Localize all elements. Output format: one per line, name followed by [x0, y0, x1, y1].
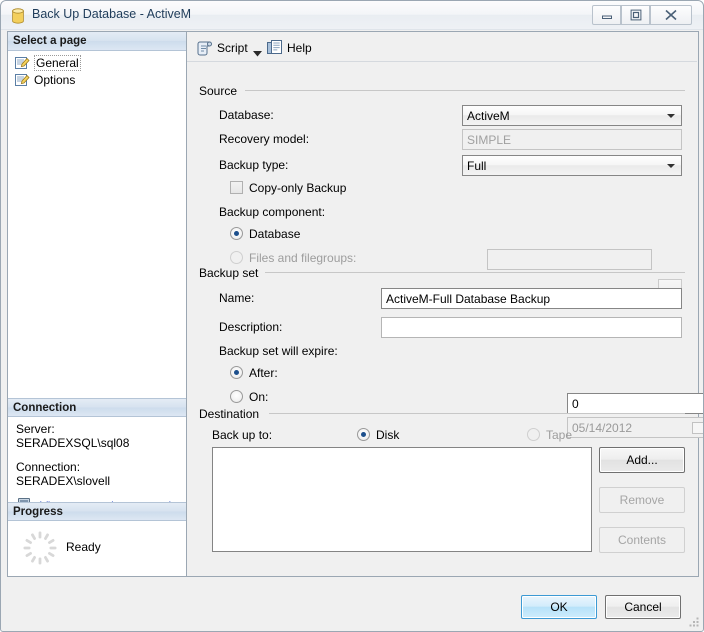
contents-button: Contents [599, 527, 685, 553]
destination-tape-radio [527, 428, 540, 441]
source-group-divider [245, 90, 685, 91]
backup-set-group-label: Backup set [199, 266, 264, 280]
page-script-icon [15, 56, 30, 69]
expire-after-radio[interactable] [230, 366, 243, 379]
select-page-header: Select a page [8, 32, 186, 51]
destination-disk-radio[interactable] [357, 428, 370, 441]
expire-on-label: On: [249, 390, 269, 404]
spinner-icon [23, 531, 57, 565]
expire-after-days-spinner[interactable]: 0 [567, 393, 703, 414]
expire-on-date-field: 05/14/2012 [567, 417, 703, 438]
backup-set-group-divider [265, 272, 685, 273]
script-dropdown-button[interactable] [253, 44, 262, 63]
database-cylinder-icon [12, 8, 24, 24]
progress-status-text: Ready [66, 540, 101, 554]
backup-component-label: Backup component: [219, 205, 326, 219]
backup-set-expire-label: Backup set will expire: [219, 344, 338, 358]
remove-destination-button: Remove [599, 487, 685, 513]
help-label: Help [287, 40, 312, 55]
minimize-icon [601, 15, 612, 19]
connection-value: SERADEX\slovell [16, 474, 111, 488]
server-label: Server: [16, 422, 55, 436]
server-value: SERADEXSQL\sql08 [16, 436, 130, 450]
script-scroll-icon [197, 41, 212, 55]
component-files-label: Files and filegroups: [249, 251, 357, 265]
chevron-down-icon [667, 164, 675, 168]
chevron-down-icon [253, 50, 262, 56]
script-label: Script [217, 40, 248, 55]
sidebar-item-label: Options [34, 72, 76, 87]
destination-list[interactable] [212, 447, 592, 552]
copy-only-backup-label: Copy-only Backup [249, 181, 347, 195]
backup-type-value: Full [467, 159, 487, 173]
chevron-down-icon [667, 114, 675, 118]
window-title: Back Up Database - ActiveM [32, 7, 192, 21]
expire-after-label: After: [249, 366, 278, 380]
component-database-label: Database [249, 227, 301, 241]
database-value: ActiveM [467, 109, 510, 123]
title-bar: Back Up Database - ActiveM [1, 1, 703, 30]
recovery-model-label: Recovery model: [219, 132, 310, 146]
calendar-icon [692, 422, 703, 434]
sidebar-item-label: General [34, 54, 81, 71]
recovery-model-value: SIMPLE [467, 133, 512, 147]
progress-header: Progress [8, 502, 186, 521]
destination-group-label: Destination [199, 407, 265, 421]
destination-tape-label: Tape [546, 428, 573, 442]
sidebar-item-options[interactable]: Options [14, 71, 78, 88]
minimize-button[interactable] [592, 5, 621, 25]
destination-group-divider [269, 413, 685, 414]
backup-type-combobox[interactable]: Full [462, 155, 682, 176]
left-navigation-panel: Select a page General Options Connection… [7, 31, 187, 577]
restore-button[interactable] [621, 5, 650, 25]
toolbar: Script Help [187, 32, 697, 62]
backup-type-label: Backup type: [219, 158, 289, 172]
add-destination-button[interactable]: Add... [599, 447, 685, 473]
close-icon [665, 9, 677, 21]
connection-header: Connection [8, 398, 186, 417]
resize-grip[interactable] [688, 616, 700, 628]
ok-button[interactable]: OK [521, 595, 597, 619]
destination-disk-label: Disk [376, 428, 400, 442]
script-button[interactable]: Script [197, 38, 248, 57]
expire-on-date-value: 05/14/2012 [572, 421, 633, 435]
backup-set-description-label: Description: [219, 320, 283, 334]
backup-set-name-label: Name: [219, 291, 255, 305]
files-filegroups-field [487, 249, 652, 270]
expire-after-days-value: 0 [572, 397, 579, 411]
close-button[interactable] [650, 5, 692, 25]
backup-set-name-input[interactable]: ActiveM-Full Database Backup [381, 288, 682, 309]
back-up-to-label: Back up to: [212, 428, 273, 442]
database-combobox[interactable]: ActiveM [462, 105, 682, 126]
help-button[interactable]: Help [267, 38, 312, 57]
component-files-radio [230, 251, 243, 264]
component-database-radio[interactable] [230, 227, 243, 240]
backup-set-description-input[interactable] [381, 317, 682, 338]
backup-database-dialog: Back Up Database - ActiveM Select a page [0, 0, 704, 632]
copy-only-backup-checkbox[interactable] [230, 181, 243, 194]
restore-icon [630, 9, 641, 21]
cancel-button[interactable]: Cancel [605, 595, 681, 619]
expire-on-radio[interactable] [230, 390, 243, 403]
sidebar-item-general[interactable]: General [14, 54, 84, 71]
main-content-panel: Script Help Source Database: ActiveM Rec… [187, 31, 703, 577]
page-script-icon [15, 73, 30, 86]
database-label: Database: [219, 108, 274, 122]
backup-set-name-value: ActiveM-Full Database Backup [386, 292, 551, 306]
help-pages-icon [267, 39, 282, 54]
source-group-label: Source [199, 84, 243, 98]
recovery-model-field: SIMPLE [462, 129, 682, 150]
connection-label: Connection: [16, 460, 81, 474]
